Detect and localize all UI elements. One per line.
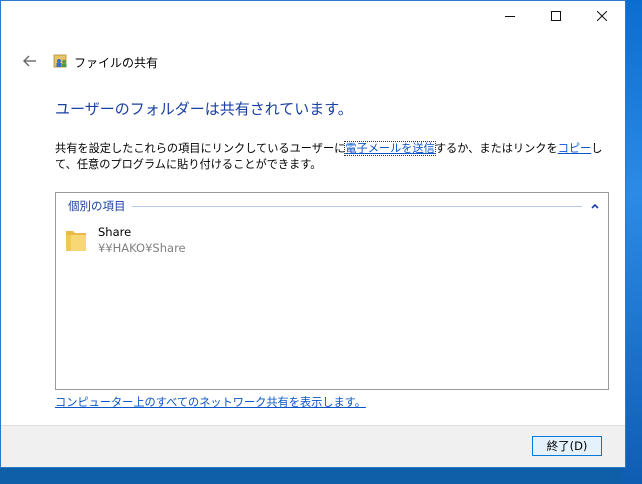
title-bar: [1, 1, 625, 31]
shared-items-list[interactable]: 個別の項目 Share ¥¥HAKO¥Share: [55, 192, 609, 390]
group-label: 個別の項目: [68, 199, 126, 213]
show-all-network-shares-link[interactable]: コンピューター上のすべてのネットワーク共有を表示します。: [55, 394, 366, 410]
back-button[interactable]: [21, 53, 39, 69]
finish-button[interactable]: 終了(D): [532, 436, 602, 456]
group-divider: [131, 205, 582, 207]
maximize-button[interactable]: [533, 1, 579, 31]
description-part1: 共有を設定したこれらの項目にリンクしているユーザーに: [55, 142, 346, 155]
description-part2: するか、またはリンクを: [434, 142, 558, 155]
close-icon: [597, 11, 607, 21]
list-item[interactable]: Share ¥¥HAKO¥Share: [64, 223, 264, 259]
file-sharing-dialog: ファイルの共有 ユーザーのフォルダーは共有されています。 共有を設定したこれらの…: [0, 0, 626, 468]
share-path: ¥¥HAKO¥Share: [98, 241, 186, 255]
page-heading: ユーザーのフォルダーは共有されています。: [55, 100, 353, 118]
minimize-button[interactable]: [487, 1, 533, 31]
copy-link[interactable]: コピー: [558, 142, 592, 155]
window-title: ファイルの共有: [74, 56, 159, 70]
description-text: 共有を設定したこれらの項目にリンクしているユーザーに電子メールを送信するか、また…: [55, 141, 611, 173]
file-sharing-icon: [53, 54, 67, 68]
folder-icon: [66, 231, 86, 251]
group-header[interactable]: 個別の項目: [68, 198, 600, 214]
maximize-icon: [551, 11, 561, 21]
share-name: Share: [98, 225, 132, 239]
close-button[interactable]: [579, 1, 625, 31]
navigation-row: ファイルの共有: [1, 47, 625, 75]
footer-bar: 終了(D): [1, 425, 625, 467]
chevron-up-icon[interactable]: [590, 201, 600, 211]
send-email-link[interactable]: 電子メールを送信: [344, 141, 436, 156]
back-arrow-icon: [23, 55, 36, 67]
minimize-icon: [505, 16, 515, 17]
